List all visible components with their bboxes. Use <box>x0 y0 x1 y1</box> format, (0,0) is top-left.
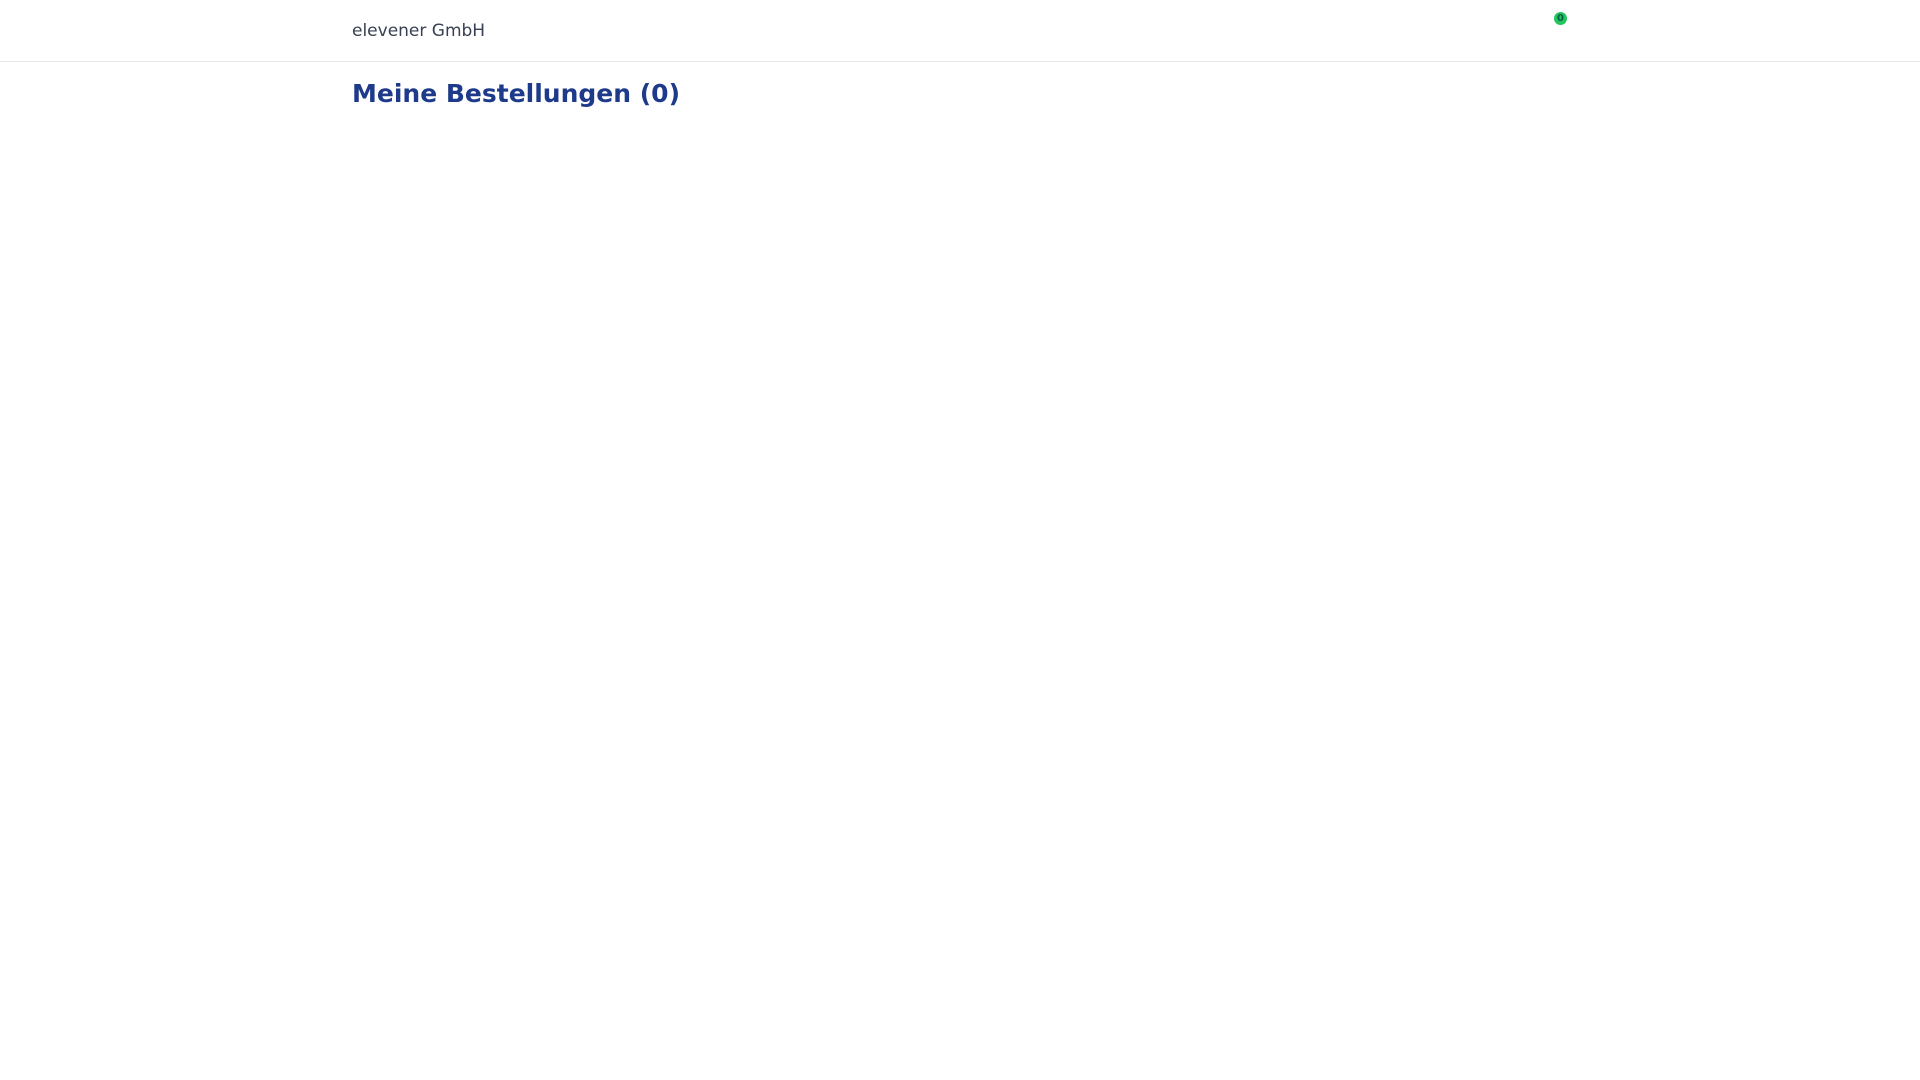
cart-count-badge: 0 <box>1554 12 1567 25</box>
page-title: Meine Bestellungen (0) <box>352 79 680 108</box>
top-header: elevener GmbH 0 <box>0 0 1920 62</box>
cart-button[interactable]: 0 <box>1552 11 1572 31</box>
brand-link[interactable]: elevener GmbH <box>352 20 485 42</box>
main-content: Meine Bestellungen (0) <box>0 62 1920 1080</box>
